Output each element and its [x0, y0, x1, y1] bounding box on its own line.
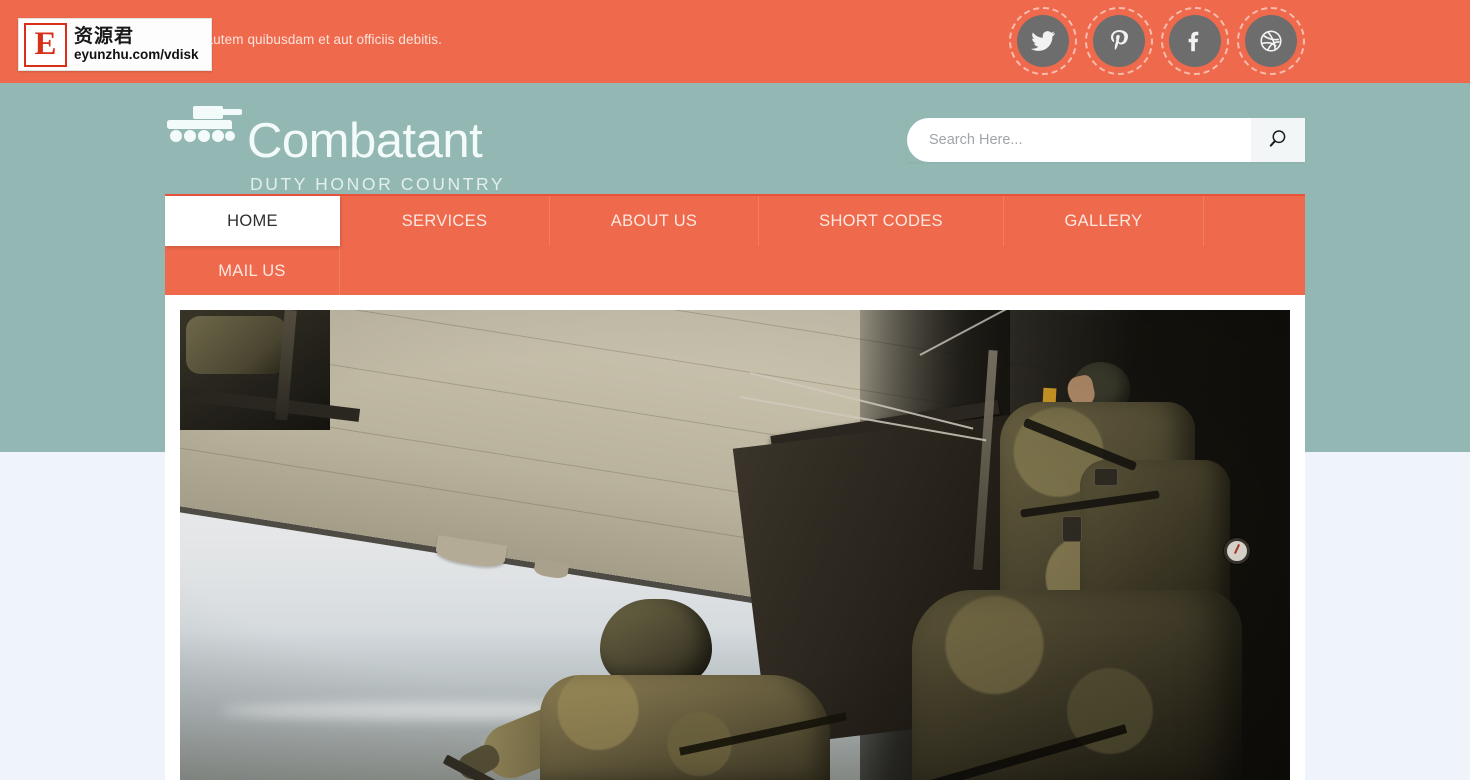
facebook-icon [1169, 15, 1221, 67]
search-icon [1267, 128, 1289, 153]
page-root: ...ibus autem quibusdam et aut officiis … [0, 0, 1470, 780]
watermark-text: 资源君 eyunzhu.com/vdisk [74, 24, 199, 63]
nav-item-gallery[interactable]: GALLERY [1004, 196, 1204, 246]
falling-jumper-helmet [600, 599, 712, 685]
nav-item-services[interactable]: SERVICES [340, 196, 550, 246]
jumper-lower-right [912, 590, 1242, 780]
watermark-logo-icon: E [24, 22, 67, 67]
search-button[interactable] [1251, 118, 1305, 162]
brand-row: Combatant [165, 103, 685, 166]
nav-row: HOME SERVICES ABOUT US SHORT CODES GALLE… [165, 196, 1305, 296]
nav-item-about-us[interactable]: ABOUT US [550, 196, 759, 246]
tank-icon [165, 103, 243, 152]
brand-name: Combatant [247, 114, 483, 168]
dribbble-icon [1245, 15, 1297, 67]
search-input[interactable] [907, 118, 1251, 162]
cargo-bag [186, 316, 286, 374]
pinterest-icon [1093, 15, 1145, 67]
hero-frame [165, 295, 1305, 780]
top-bar-inner: ...ibus autem quibusdam et aut officiis … [165, 0, 1305, 83]
nav-item-home[interactable]: HOME [165, 196, 340, 246]
brand-tagline: DUTY HONOR COUNTRY [250, 174, 506, 194]
social-link-twitter[interactable] [1009, 7, 1077, 75]
social-link-pinterest[interactable] [1085, 7, 1153, 75]
watermark-cn-text: 资源君 [74, 24, 135, 47]
main-navigation: HOME SERVICES ABOUT US SHORT CODES GALLE… [165, 194, 1305, 298]
harness-buckle-2 [1062, 516, 1082, 542]
hero-image[interactable] [180, 310, 1290, 780]
nav-item-mail-us[interactable]: MAIL US [165, 246, 340, 296]
wrist-altimeter [1224, 538, 1250, 564]
search-bar [907, 118, 1305, 162]
top-bar: ...ibus autem quibusdam et aut officiis … [0, 0, 1470, 83]
watermark-overlay: E 资源君 eyunzhu.com/vdisk [18, 18, 212, 71]
site-brand[interactable]: Combatant DUTY HONOR COUNTRY [165, 103, 685, 195]
watermark-url: eyunzhu.com/vdisk [74, 46, 199, 62]
social-links [1009, 7, 1305, 75]
nav-item-short-codes[interactable]: SHORT CODES [759, 196, 1004, 246]
social-link-dribbble[interactable] [1237, 7, 1305, 75]
harness-buckle-1 [1094, 468, 1118, 486]
watermark-logo-letter: E [34, 26, 57, 62]
social-link-facebook[interactable] [1161, 7, 1229, 75]
twitter-icon [1017, 15, 1069, 67]
